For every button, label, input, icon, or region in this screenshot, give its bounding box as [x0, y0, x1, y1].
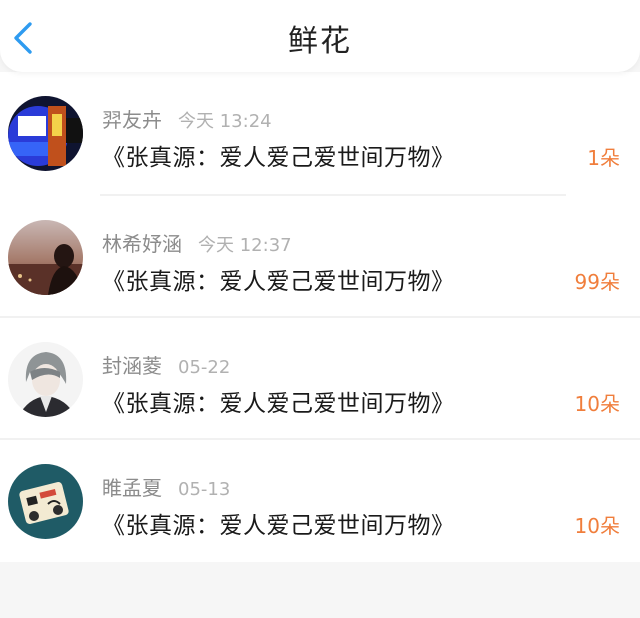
flower-count: 10朵 — [574, 514, 620, 538]
sender-name: 羿友卉 — [102, 108, 162, 132]
list-item[interactable]: 羿友卉 今天 13:24 《张真源：爱人爱己爱世间万物》 1朵 — [0, 72, 640, 196]
avatar[interactable] — [8, 464, 83, 539]
avatar[interactable] — [8, 220, 83, 295]
sender-name: 林希妤涵 — [102, 232, 182, 256]
flower-list: 羿友卉 今天 13:24 《张真源：爱人爱己爱世间万物》 1朵 林希妤涵 今天 … — [0, 72, 640, 562]
list-item[interactable]: 睢孟夏 05-13 《张真源：爱人爱己爱世间万物》 10朵 — [0, 440, 640, 562]
sender-name: 睢孟夏 — [102, 476, 162, 500]
send-time: 今天 13:24 — [178, 111, 272, 132]
sender-name: 封涵菱 — [102, 354, 162, 378]
header-bar: 鲜花 — [0, 0, 640, 72]
footer-area — [0, 562, 640, 618]
send-time: 05-22 — [178, 357, 231, 378]
send-time: 05-13 — [178, 479, 231, 500]
send-time: 今天 12:37 — [198, 235, 292, 256]
flower-count: 10朵 — [574, 392, 620, 416]
avatar[interactable] — [8, 342, 83, 417]
avatar[interactable] — [8, 96, 83, 171]
list-item[interactable]: 封涵菱 05-22 《张真源：爱人爱己爱世间万物》 10朵 — [0, 318, 640, 440]
flower-count: 1朵 — [587, 146, 620, 170]
list-item[interactable]: 林希妤涵 今天 12:37 《张真源：爱人爱己爱世间万物》 99朵 — [0, 196, 640, 318]
work-title: 《张真源：爱人爱己爱世间万物》 — [102, 145, 455, 171]
work-title: 《张真源：爱人爱己爱世间万物》 — [102, 513, 455, 539]
work-title: 《张真源：爱人爱己爱世间万物》 — [102, 269, 455, 295]
page-title: 鲜花 — [288, 24, 352, 59]
flower-count: 99朵 — [574, 270, 620, 294]
work-title: 《张真源：爱人爱己爱世间万物》 — [102, 391, 455, 417]
